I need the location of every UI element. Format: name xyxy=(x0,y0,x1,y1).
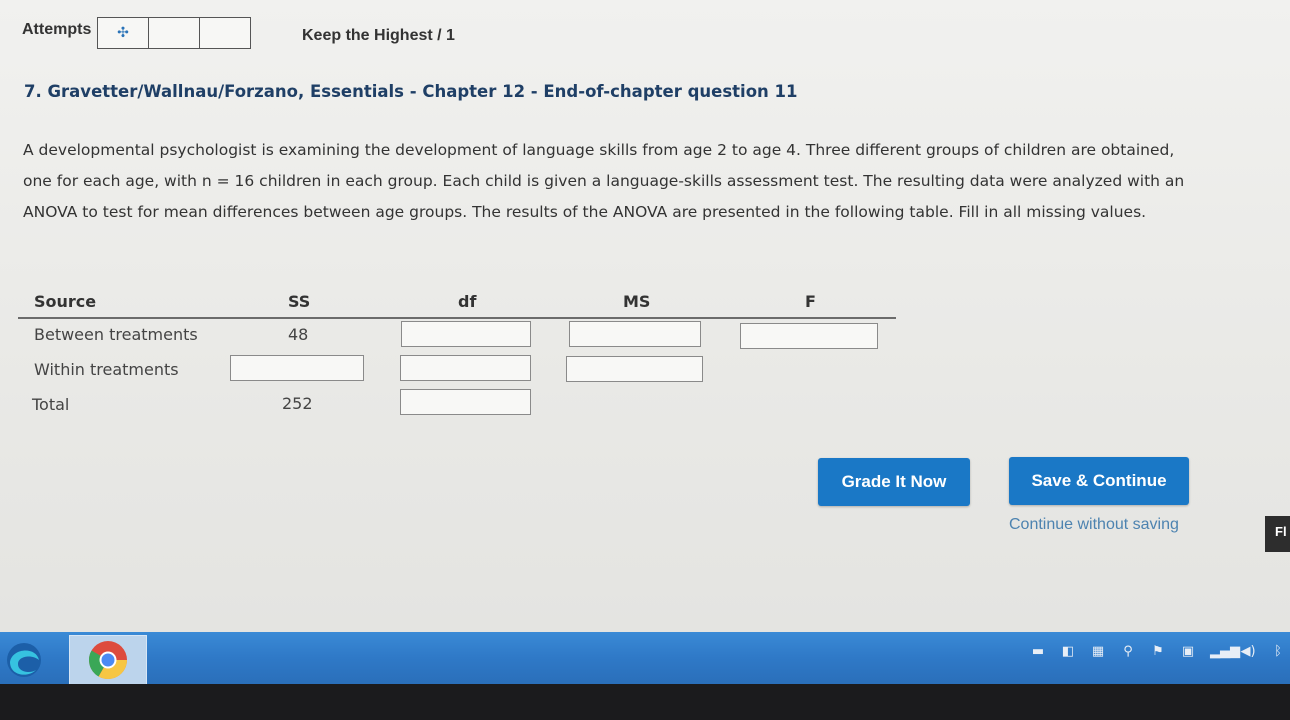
within-df-input[interactable] xyxy=(400,355,531,381)
chrome-icon xyxy=(88,641,128,680)
grade-it-now-button[interactable]: Grade It Now xyxy=(818,458,970,506)
header-f: F xyxy=(805,292,816,311)
attempt-box-3 xyxy=(199,17,251,49)
screen-bezel xyxy=(0,684,1290,720)
attempt-boxes: ✣ xyxy=(97,17,251,49)
row-label-within: Within treatments xyxy=(34,360,179,379)
continue-without-saving-link[interactable]: Continue without saving xyxy=(1009,516,1179,534)
network-icon[interactable]: ◧ xyxy=(1060,644,1076,660)
question-text: A developmental psychologist is examinin… xyxy=(23,135,1213,228)
question-line: ANOVA to test for mean differences betwe… xyxy=(23,203,1147,221)
row-label-total: Total xyxy=(32,395,70,414)
between-ss-value: 48 xyxy=(288,325,309,344)
flag-icon[interactable]: ⚑ xyxy=(1150,644,1166,660)
question-line: one for each age, with n = 16 children i… xyxy=(23,172,1185,190)
chrome-taskbar-button[interactable] xyxy=(69,635,147,685)
edge-icon[interactable] xyxy=(2,640,46,680)
side-tab[interactable]: Fl xyxy=(1265,516,1290,552)
volume-icon[interactable]: ◀) xyxy=(1240,644,1256,660)
save-continue-button[interactable]: Save & Continue xyxy=(1009,457,1189,505)
table-header: Source SS df MS F xyxy=(18,287,896,319)
system-tray: ▬ ◧ ▦ ⚲ ⚑ ▣ ▂▄▆ ◀) ᛒ xyxy=(1030,644,1286,660)
row-label-between: Between treatments xyxy=(34,325,198,344)
between-ms-input[interactable] xyxy=(569,321,701,347)
within-ss-input[interactable] xyxy=(230,355,364,381)
between-df-input[interactable] xyxy=(401,321,531,347)
taskbar: ▬ ◧ ▦ ⚲ ⚑ ▣ ▂▄▆ ◀) ᛒ xyxy=(0,632,1290,685)
pin-icon[interactable]: ⚲ xyxy=(1120,644,1136,660)
total-ss-value: 252 xyxy=(282,394,313,413)
header-ss: SS xyxy=(288,292,311,311)
bluetooth-icon[interactable]: ᛒ xyxy=(1270,644,1286,660)
total-df-input[interactable] xyxy=(400,389,531,415)
attempt-box-1: ✣ xyxy=(97,17,149,49)
attempt-spinner-icon: ✣ xyxy=(117,25,129,41)
header-source: Source xyxy=(34,292,97,311)
display-icon[interactable]: ▣ xyxy=(1180,644,1196,660)
attempt-box-2 xyxy=(148,17,200,49)
security-icon[interactable]: ▦ xyxy=(1090,644,1106,660)
signal-icon[interactable]: ▂▄▆ xyxy=(1210,644,1240,660)
battery-icon[interactable]: ▬ xyxy=(1030,644,1046,660)
keep-highest-label: Keep the Highest / 1 xyxy=(302,27,455,44)
question-line: A developmental psychologist is examinin… xyxy=(23,141,1175,159)
header-df: df xyxy=(458,292,477,311)
header-ms: MS xyxy=(623,292,651,311)
within-ms-input[interactable] xyxy=(566,356,703,382)
attempts-label: Attempts xyxy=(22,21,92,38)
question-title: 7. Gravetter/Wallnau/Forzano, Essentials… xyxy=(24,82,798,101)
assignment-page: Attempts ✣ Keep the Highest / 1 7. Grave… xyxy=(0,0,1290,632)
between-f-input[interactable] xyxy=(740,323,878,349)
